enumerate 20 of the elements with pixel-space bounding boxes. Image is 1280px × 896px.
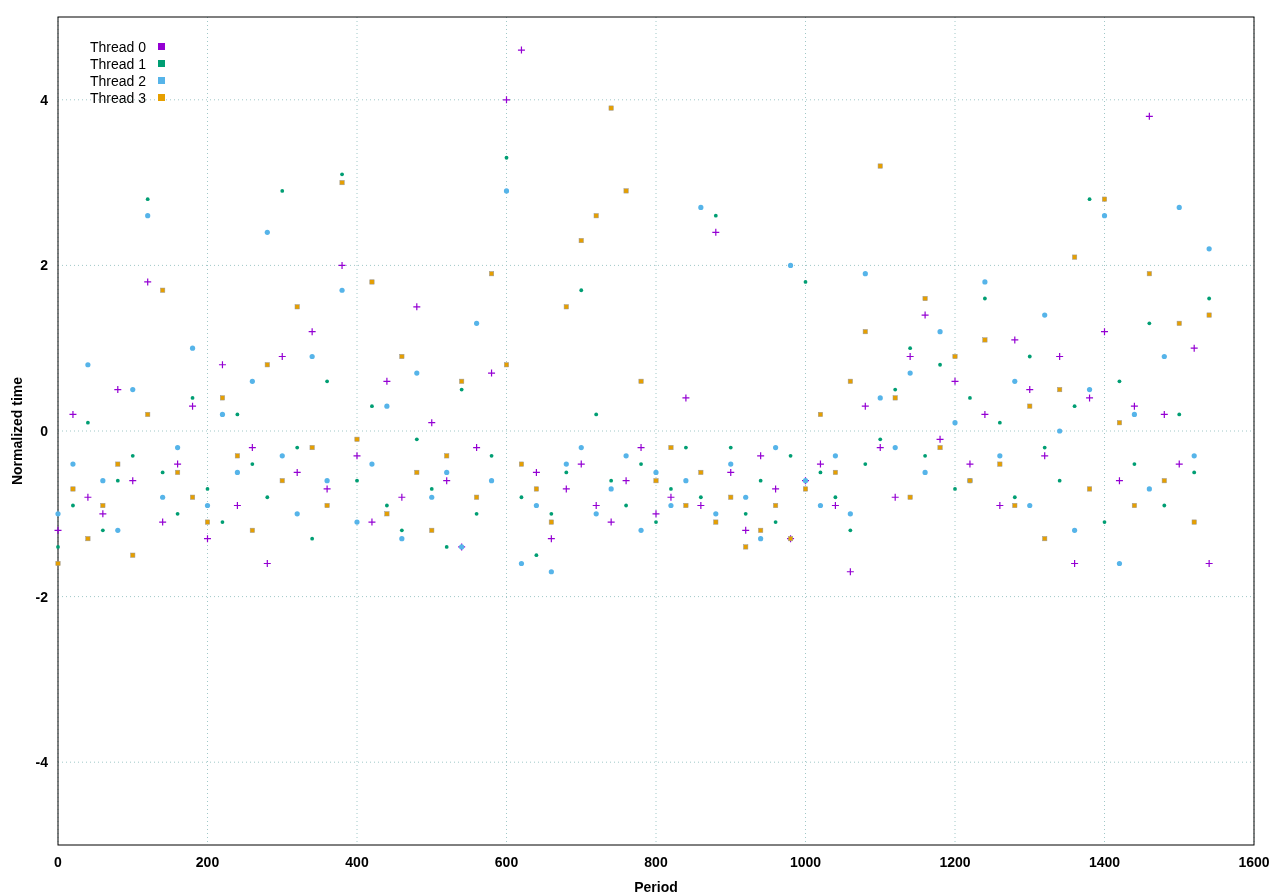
x-tick-label: 800 (644, 854, 668, 870)
y-tick-label: 0 (40, 423, 48, 439)
legend-label: Thread 3 (90, 89, 147, 106)
y-tick-label: -4 (35, 754, 48, 771)
x-tick-label: 200 (195, 854, 220, 870)
x-tick-label: 1000 (789, 854, 822, 870)
legend-label: Thread 2 (90, 72, 147, 89)
x-axis-title: Period (634, 879, 678, 895)
x-tick-label: 600 (494, 854, 519, 870)
x-tick-label: 1600 (1238, 854, 1270, 870)
y-axis-title: Normalized time (9, 376, 25, 486)
x-tick-label: 1200 (939, 854, 971, 870)
legend-label: Thread 1 (90, 55, 147, 72)
legend-label: Thread 0 (90, 38, 147, 55)
y-tick-label: 2 (40, 257, 48, 274)
x-tick-label: 400 (345, 854, 369, 870)
x-tick-label: 1400 (1088, 854, 1121, 870)
x-tick-label: 0 (54, 854, 62, 870)
y-tick-label: -2 (35, 588, 48, 605)
y-tick-label: 4 (40, 91, 48, 108)
